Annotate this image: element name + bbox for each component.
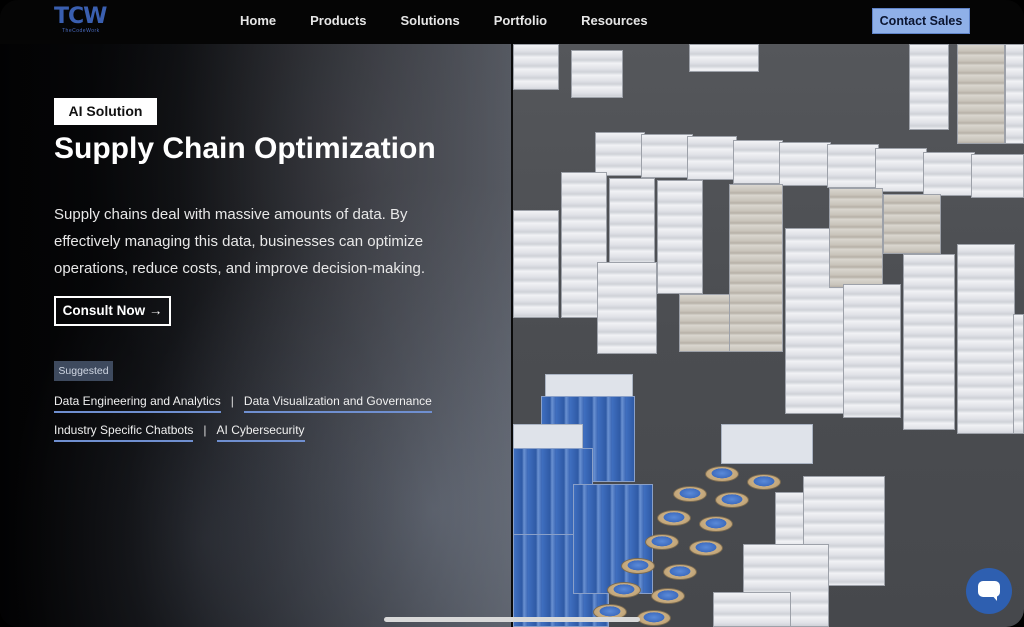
page-title: Supply Chain Optimization [54,132,436,165]
ibc-tote [513,424,583,450]
pallet-stack [513,44,559,90]
chat-tail [991,594,997,601]
consult-now-button[interactable]: Consult Now → [54,296,171,326]
nav-item-products[interactable]: Products [310,12,366,30]
drum [747,474,781,490]
drum [645,534,679,550]
warehouse-photo [513,44,1024,627]
pallet-stack [513,210,559,318]
drum [689,540,723,556]
site-header: TCW TheCodeWork Home Products Solutions … [0,0,1024,44]
ibc-tote [721,424,813,464]
chat-button[interactable] [966,568,1012,614]
nav-item-solutions[interactable]: Solutions [400,12,459,30]
logo-subtext: TheCodeWork [62,28,100,34]
link-ai-cybersecurity[interactable]: AI Cybersecurity [216,423,305,442]
link-separator: | [203,423,207,437]
logo-mark: TCW [54,4,107,29]
pallet-stack [687,136,737,180]
pallet-stack [875,148,927,192]
barrel-pallet [713,592,791,627]
pallet-stack [729,184,783,352]
pallet-stack [571,50,623,98]
pallet-stack [843,284,901,418]
pallet-stack [689,44,759,72]
link-separator: | [230,394,234,408]
link-data-engineering[interactable]: Data Engineering and Analytics [54,394,221,413]
pallet-stack [733,140,783,184]
link-data-visualization[interactable]: Data Visualization and Governance [243,394,432,413]
drum [715,492,749,508]
pallet-stack [923,152,975,196]
drum [673,486,707,502]
ibc-tote [573,484,653,594]
solution-badge: AI Solution [54,98,157,125]
pallet-stack [957,244,1015,434]
ibc-tote [545,374,633,398]
pallet-stack [829,188,883,288]
pallet-stack [883,194,941,254]
drum [705,466,739,482]
drum [657,510,691,526]
pallet-stack [657,180,703,294]
suggested-label: Suggested [54,361,113,381]
pallet-stack [957,44,1005,144]
drum [637,610,671,626]
drum [699,516,733,532]
home-indicator[interactable] [384,617,640,622]
pallet-stack [641,134,693,178]
brand-logo[interactable]: TCW TheCodeWork [54,6,116,36]
nav-item-portfolio[interactable]: Portfolio [494,12,547,30]
contact-sales-button[interactable]: Contact Sales [872,8,970,34]
pallet-stack [909,44,949,130]
pallet-stack [827,144,879,188]
hero-description: Supply chains deal with massive amounts … [54,206,426,277]
drum [651,588,685,604]
pallet-stack [971,154,1024,198]
pallet-stack [597,262,657,354]
drum [663,564,697,580]
suggested-links-row-2: Industry Specific Chatbots | AI Cybersecur… [54,423,305,442]
hero-divider [511,44,513,627]
nav-item-resources[interactable]: Resources [581,12,647,30]
pallet-stack [779,142,831,186]
drum [621,558,655,574]
device-frame: TCW TheCodeWork Home Products Solutions … [0,0,1024,627]
suggested-links-row-1: Data Engineering and Analytics | Data Visu… [54,394,432,413]
pallet-stack [595,132,645,176]
main-nav: Home Products Solutions Portfolio Resour… [240,12,648,30]
link-industry-chatbots[interactable]: Industry Specific Chatbots [54,423,194,442]
pallet-stack [679,294,731,352]
pallet-stack [1005,44,1024,144]
drum [607,582,641,598]
pallet-stack [903,254,955,430]
pallet-stack [1013,314,1024,434]
nav-item-home[interactable]: Home [240,12,276,30]
